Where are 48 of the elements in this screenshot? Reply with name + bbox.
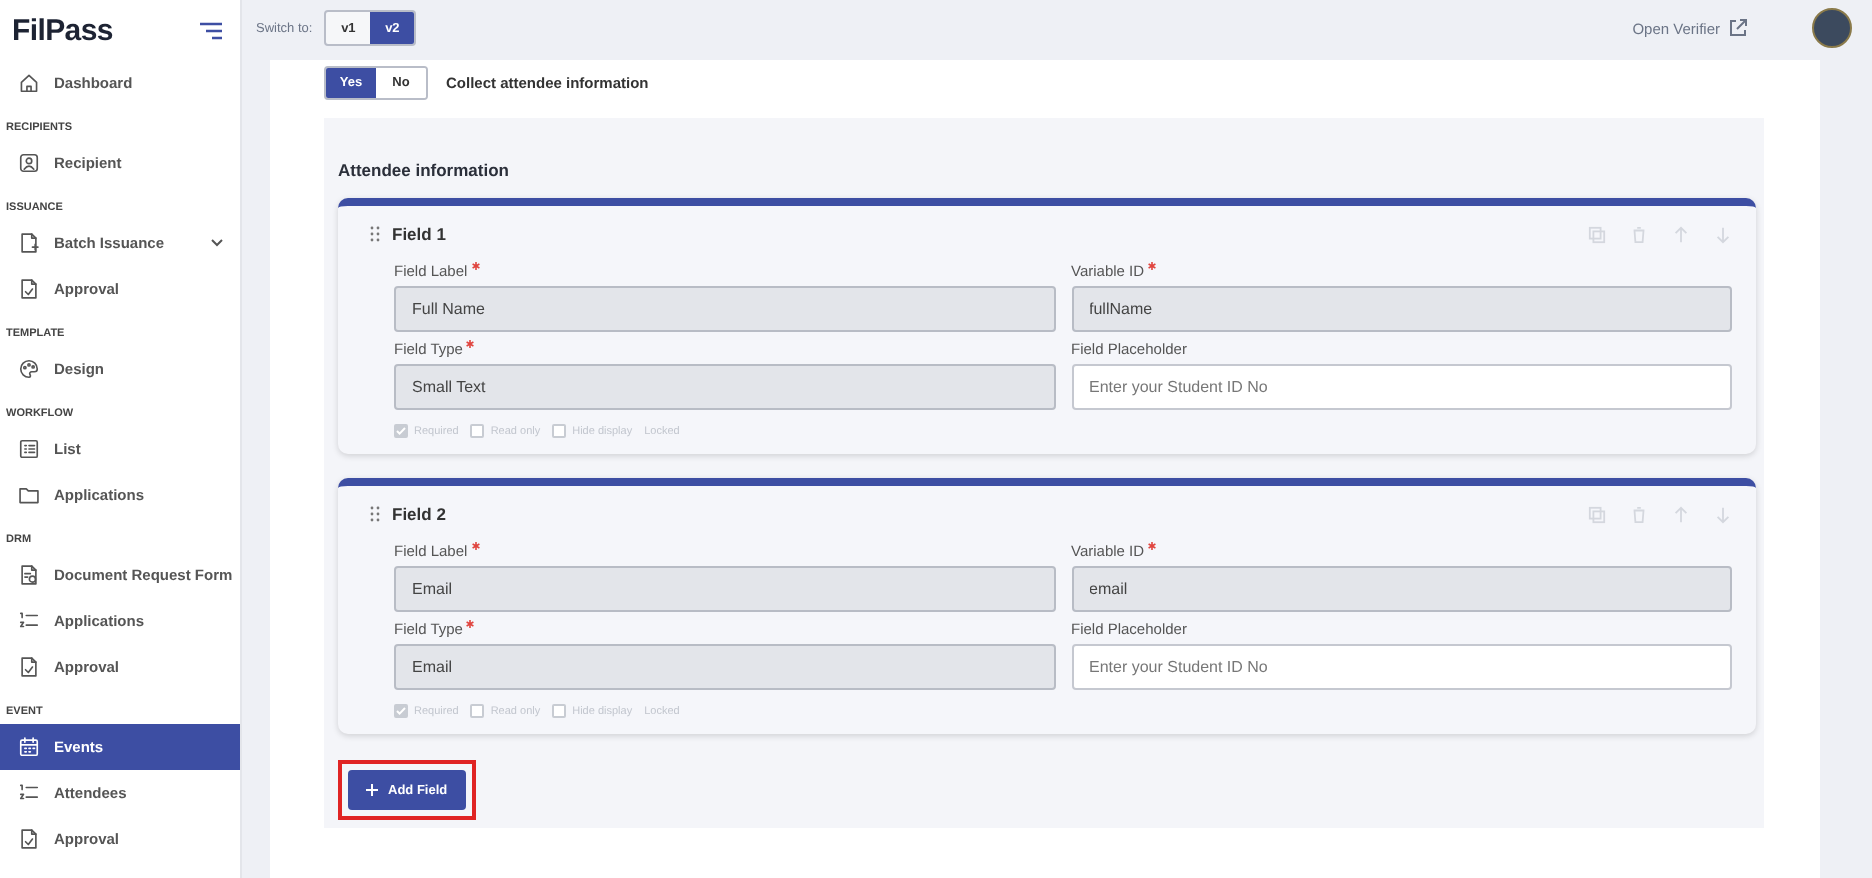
field-title: Field 1 [392,224,446,244]
external-link-icon [1728,18,1748,38]
text-field[interactable]: Full Name [394,286,1055,332]
required-icon [466,340,475,348]
brand-logo: FilPass [12,13,113,47]
required-icon [1148,542,1157,550]
arrow-up-icon[interactable] [1672,505,1690,523]
text-field[interactable]: Email [394,566,1055,612]
copy-icon[interactable] [1588,225,1606,243]
user-card-icon [18,152,40,174]
check-icon [396,426,406,436]
arrow-up-icon[interactable] [1672,225,1690,243]
text-field[interactable]: Enter your Student ID No [1071,364,1732,410]
avatar[interactable] [1812,8,1852,48]
document-check-icon [18,656,40,678]
menu-icon[interactable] [200,21,222,39]
document-form-icon [18,564,40,586]
required-icon [466,620,475,628]
arrow-down-icon[interactable] [1714,225,1732,243]
list-icon [18,438,40,460]
required-icon [471,542,480,550]
text-field[interactable]: email [1071,566,1732,612]
delete-icon[interactable] [1630,505,1648,523]
numbered-list-icon [18,610,40,632]
required-icon [471,262,480,270]
drag-handle-icon[interactable] [370,226,380,242]
plus-icon [366,784,378,796]
field-title: Field 2 [392,504,446,524]
chevron-down-icon [210,238,224,248]
document-check-icon [18,278,40,300]
copy-icon[interactable] [1588,505,1606,523]
document-check-icon [18,828,40,850]
calendar-icon [18,736,40,758]
text-field[interactable]: Enter your Student ID No [1071,644,1732,690]
folder-icon [18,484,40,506]
required-icon [1148,262,1157,270]
text-field[interactable]: Small Text [394,364,1055,410]
drag-handle-icon[interactable] [370,506,380,522]
palette-icon [18,358,40,380]
document-plus-icon [18,232,40,254]
numbered-list-icon [18,782,40,804]
text-field[interactable]: Email [394,644,1055,690]
home-icon [18,72,40,94]
check-icon [396,706,406,716]
arrow-down-icon[interactable] [1714,505,1732,523]
section-title: Attendee information [338,160,511,180]
delete-icon[interactable] [1630,225,1648,243]
text-field[interactable]: fullName [1071,286,1732,332]
